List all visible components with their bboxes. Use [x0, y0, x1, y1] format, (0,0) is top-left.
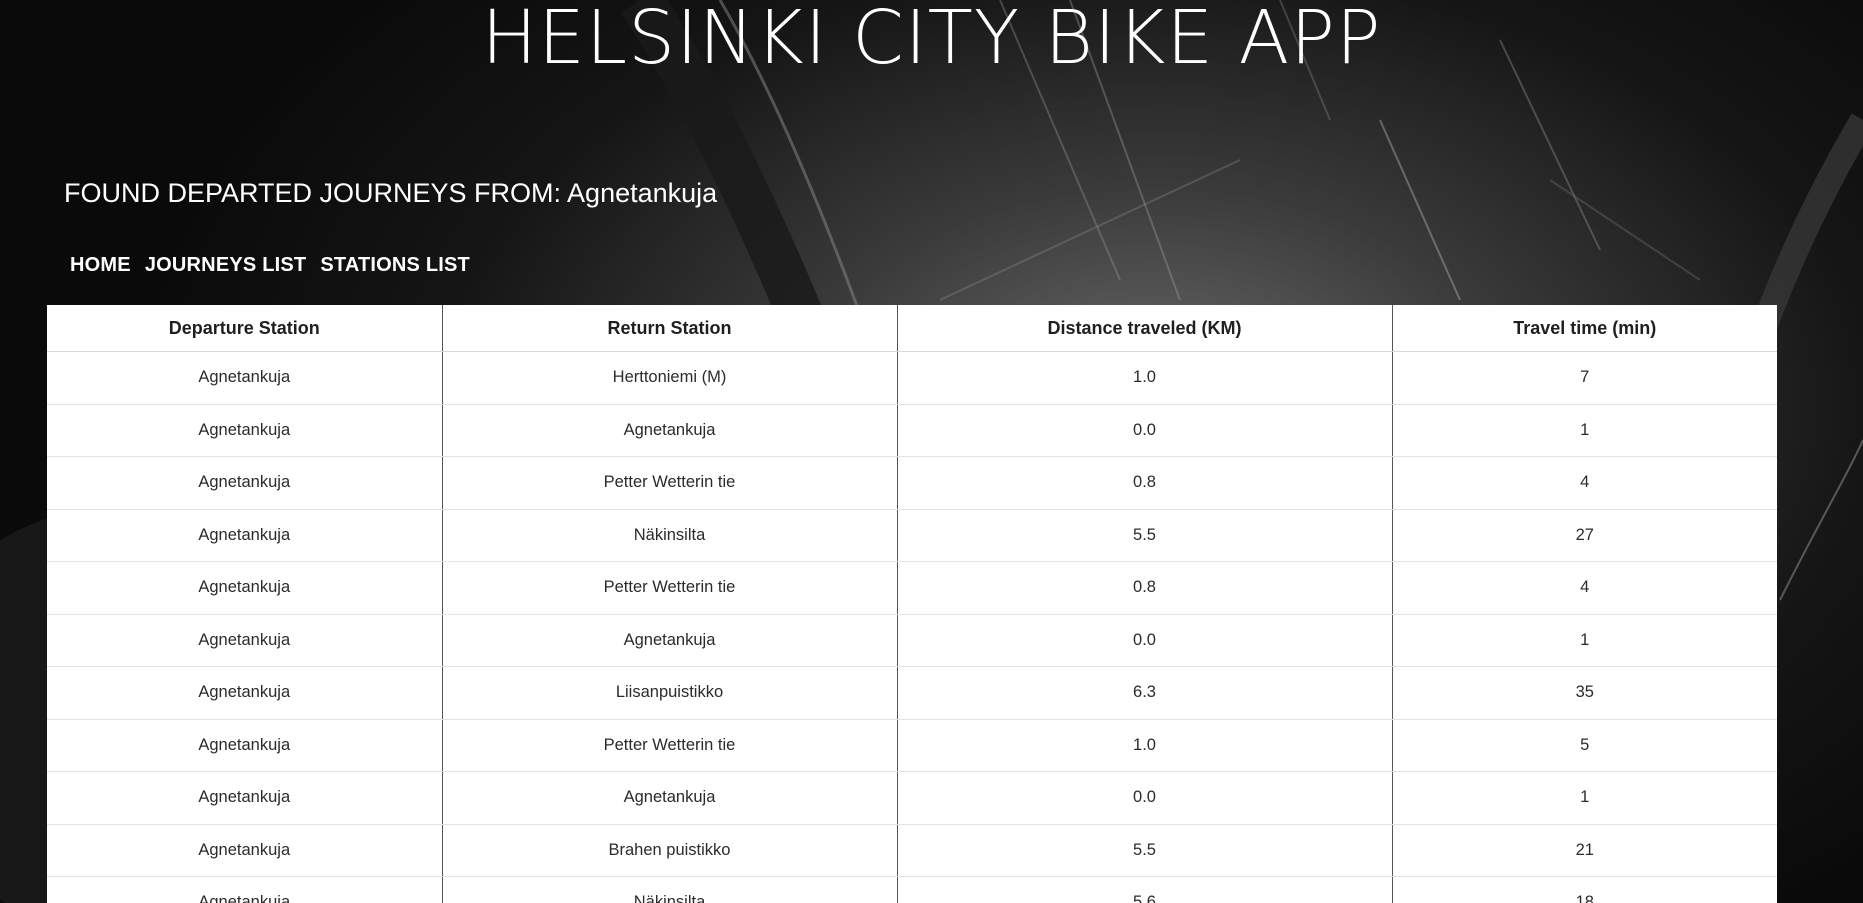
cell-travel-time: 4 — [1392, 561, 1777, 615]
cell-travel-time: 1 — [1392, 404, 1777, 457]
cell-travel-time: 1 — [1392, 771, 1777, 825]
cell-return-station: Näkinsilta — [442, 876, 898, 903]
table-row: Agnetankuja Petter Wetterin tie 0.8 4 — [47, 456, 1777, 510]
cell-travel-time: 7 — [1392, 351, 1777, 405]
cell-departure-station: Agnetankuja — [47, 666, 443, 720]
table-row: Agnetankuja Agnetankuja 0.0 1 — [47, 404, 1777, 457]
cell-travel-time: 4 — [1392, 456, 1777, 510]
cell-return-station: Petter Wetterin tie — [442, 456, 898, 510]
cell-distance: 0.8 — [897, 456, 1393, 510]
journeys-table: Departure Station Return Station Distanc… — [47, 305, 1777, 903]
cell-departure-station: Agnetankuja — [47, 614, 443, 667]
cell-travel-time: 27 — [1392, 509, 1777, 562]
cell-departure-station: Agnetankuja — [47, 824, 443, 877]
cell-return-station: Petter Wetterin tie — [442, 719, 898, 772]
cell-departure-station: Agnetankuja — [47, 509, 443, 562]
nav-home-link[interactable]: HOME — [70, 254, 131, 277]
cell-travel-time: 35 — [1392, 666, 1777, 720]
cell-return-station: Näkinsilta — [442, 509, 898, 562]
cell-distance: 6.3 — [897, 666, 1393, 720]
cell-return-station: Herttoniemi (M) — [442, 351, 898, 405]
header-travel-time[interactable]: Travel time (min) — [1392, 305, 1777, 352]
cell-travel-time: 5 — [1392, 719, 1777, 772]
nav-stations-list-link[interactable]: STATIONS LIST — [320, 254, 470, 277]
journeys-table-container: Departure Station Return Station Distanc… — [47, 305, 1777, 903]
table-row: Agnetankuja Agnetankuja 0.0 1 — [47, 771, 1777, 825]
table-row: Agnetankuja Agnetankuja 0.0 1 — [47, 614, 1777, 667]
cell-departure-station: Agnetankuja — [47, 561, 443, 615]
cell-return-station: Agnetankuja — [442, 771, 898, 825]
cell-distance: 1.0 — [897, 719, 1393, 772]
cell-return-station: Petter Wetterin tie — [442, 561, 898, 615]
table-row: Agnetankuja Näkinsilta 5.5 27 — [47, 509, 1777, 562]
cell-departure-station: Agnetankuja — [47, 351, 443, 405]
header-departure-station[interactable]: Departure Station — [47, 305, 443, 352]
cell-distance: 5.5 — [897, 824, 1393, 877]
main-nav: HOME JOURNEYS LIST STATIONS LIST — [70, 254, 470, 277]
table-row: Agnetankuja Näkinsilta 5.6 18 — [47, 876, 1777, 903]
table-row: Agnetankuja Petter Wetterin tie 0.8 4 — [47, 561, 1777, 615]
page-content: HELSINKI CITY BIKE APP FOUND DEPARTED JO… — [0, 0, 1863, 903]
app-title: HELSINKI CITY BIKE APP — [481, 0, 1382, 81]
cell-travel-time: 21 — [1392, 824, 1777, 877]
cell-distance: 0.0 — [897, 771, 1393, 825]
cell-return-station: Brahen puistikko — [442, 824, 898, 877]
cell-travel-time: 1 — [1392, 614, 1777, 667]
cell-return-station: Agnetankuja — [442, 404, 898, 457]
table-header-row: Departure Station Return Station Distanc… — [47, 305, 1777, 352]
cell-return-station: Agnetankuja — [442, 614, 898, 667]
cell-distance: 0.0 — [897, 614, 1393, 667]
table-row: Agnetankuja Liisanpuistikko 6.3 35 — [47, 666, 1777, 720]
cell-travel-time: 18 — [1392, 876, 1777, 903]
cell-departure-station: Agnetankuja — [47, 719, 443, 772]
table-row: Agnetankuja Brahen puistikko 5.5 21 — [47, 824, 1777, 877]
cell-return-station: Liisanpuistikko — [442, 666, 898, 720]
cell-departure-station: Agnetankuja — [47, 876, 443, 903]
table-row: Agnetankuja Herttoniemi (M) 1.0 7 — [47, 351, 1777, 405]
header-distance[interactable]: Distance traveled (KM) — [897, 305, 1393, 352]
nav-journeys-list-link[interactable]: JOURNEYS LIST — [145, 254, 307, 277]
table-row: Agnetankuja Petter Wetterin tie 1.0 5 — [47, 719, 1777, 772]
cell-distance: 0.0 — [897, 404, 1393, 457]
cell-distance: 5.5 — [897, 509, 1393, 562]
cell-distance: 1.0 — [897, 351, 1393, 405]
cell-distance: 5.6 — [897, 876, 1393, 903]
header-return-station[interactable]: Return Station — [442, 305, 898, 352]
cell-departure-station: Agnetankuja — [47, 771, 443, 825]
cell-departure-station: Agnetankuja — [47, 456, 443, 510]
cell-distance: 0.8 — [897, 561, 1393, 615]
cell-departure-station: Agnetankuja — [47, 404, 443, 457]
search-result-heading: FOUND DEPARTED JOURNEYS FROM: Agnetankuj… — [64, 178, 718, 208]
